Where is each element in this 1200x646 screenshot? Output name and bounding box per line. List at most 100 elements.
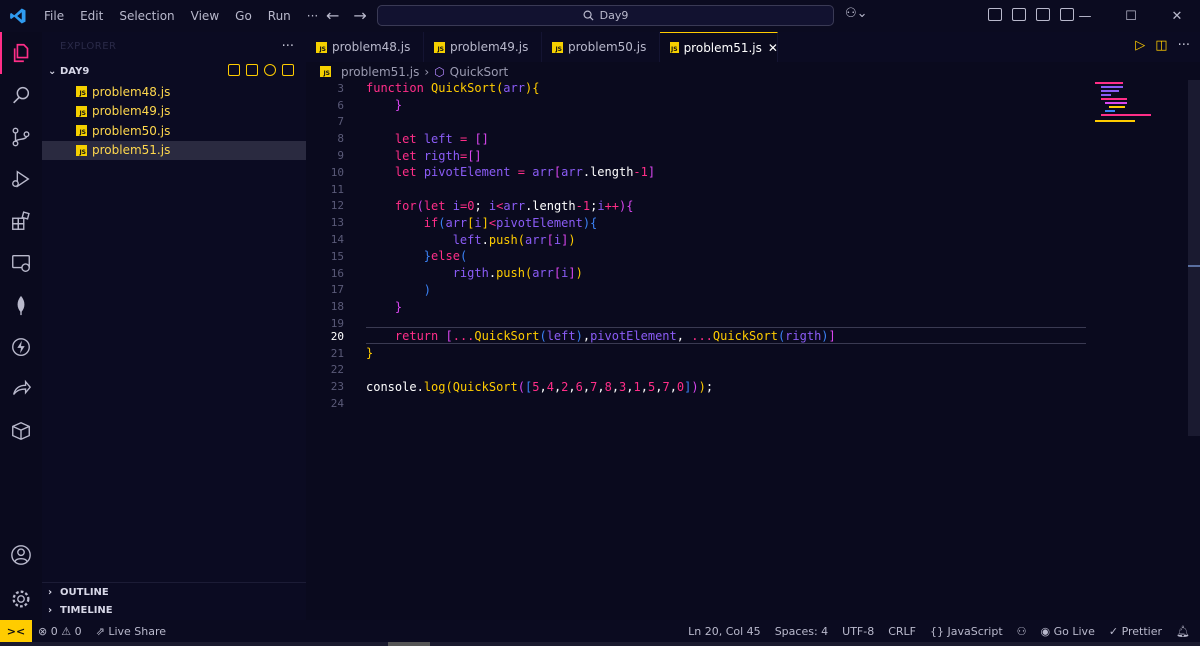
close-tab-icon[interactable]: ✕	[768, 41, 778, 55]
title-bar: File Edit Selection View Go Run ··· ← → …	[0, 0, 1200, 32]
maximize-icon[interactable]: ☐	[1108, 0, 1154, 32]
scrollbar-cursor-marker	[1188, 265, 1200, 267]
live-share-status[interactable]: ⇗ Live Share	[96, 625, 166, 638]
language-mode[interactable]: {} JavaScript	[930, 625, 1003, 638]
code-text: }else(	[423, 249, 468, 264]
file-item-problem49[interactable]: JS problem49.js	[42, 102, 306, 122]
file-item-problem48[interactable]: JS problem48.js	[42, 82, 306, 102]
back-arrow-icon[interactable]: ←	[326, 6, 339, 25]
code-line: 3 function QuickSort(arr){	[306, 80, 1186, 97]
notifications-bell-icon[interactable]: 🔔︎	[1176, 625, 1190, 638]
menu-edit[interactable]: Edit	[72, 9, 111, 23]
broadcast-icon: ◉	[1040, 624, 1051, 638]
line-number: 24	[330, 397, 344, 411]
split-editor-icon[interactable]: ◫	[1155, 38, 1167, 53]
warning-icon: ⚠	[61, 624, 72, 638]
line-number: 8	[337, 132, 344, 146]
search-view-icon[interactable]	[0, 74, 42, 116]
problems-indicator[interactable]: ⊗ 0 ⚠ 0	[38, 625, 82, 638]
go-live-button[interactable]: ◉ Go Live	[1041, 625, 1095, 638]
tab-problem51[interactable]: JS problem51.js ✕	[660, 32, 778, 62]
menu-view[interactable]: View	[183, 9, 227, 23]
explorer-sidebar: EXPLORER ··· ⌄ DAY9 JS problem48.js JS p…	[42, 32, 306, 620]
copilot-status-icon[interactable]: ⚇	[1017, 625, 1027, 638]
code-editor[interactable]: 3 function QuickSort(arr){ 6 } 7 8 let l…	[306, 80, 1186, 620]
file-label: problem50.js	[92, 123, 171, 138]
error-count: 0	[50, 624, 58, 638]
tab-problem50[interactable]: JS problem50.js	[542, 32, 660, 62]
chevron-right-icon: ›	[48, 586, 53, 598]
code-line: 14 left.push(arr[i])	[306, 231, 1186, 248]
window-controls: — ☐ ✕	[1062, 0, 1200, 32]
js-file-icon: JS	[670, 42, 679, 53]
extensions-icon[interactable]	[0, 200, 42, 242]
code-line: 18 }	[306, 298, 1186, 315]
menu-more[interactable]: ···	[299, 9, 326, 23]
settings-gear-icon[interactable]	[0, 578, 42, 620]
outline-section[interactable]: › OUTLINE	[42, 582, 306, 601]
file-item-problem50[interactable]: JS problem50.js	[42, 121, 306, 141]
new-file-icon[interactable]	[228, 64, 240, 76]
language-label: JavaScript	[947, 624, 1003, 638]
remote-explorer-icon[interactable]	[0, 242, 42, 284]
refresh-icon[interactable]	[264, 64, 276, 76]
thunder-client-icon[interactable]	[0, 326, 42, 368]
live-share-icon[interactable]	[0, 368, 42, 410]
explorer-icon[interactable]	[0, 32, 42, 74]
cursor-position[interactable]: Ln 20, Col 45	[688, 625, 761, 638]
folder-day9[interactable]: ⌄ DAY9	[42, 60, 306, 82]
source-control-icon[interactable]	[0, 116, 42, 158]
editor-more-icon[interactable]: ···	[1178, 38, 1190, 53]
code-line: 10 let pivotElement = arr[arr.length-1]	[306, 164, 1186, 181]
account-icon[interactable]	[0, 534, 42, 576]
menu-selection[interactable]: Selection	[111, 9, 182, 23]
new-folder-icon[interactable]	[246, 64, 258, 76]
timeline-section[interactable]: › TIMELINE	[42, 601, 306, 620]
code-text: return [...QuickSort(left),pivotElement,…	[394, 329, 836, 344]
line-number: 21	[330, 346, 344, 360]
warning-count: 0	[74, 624, 82, 638]
braces-icon: {}	[930, 624, 944, 638]
layout-customize-icon[interactable]	[988, 8, 1002, 21]
encoding[interactable]: UTF-8	[842, 625, 874, 638]
tab-problem48[interactable]: JS problem48.js	[306, 32, 424, 62]
horizontal-scroll-thumb[interactable]	[388, 642, 430, 646]
code-line: 22	[306, 362, 1186, 379]
minimap[interactable]	[1095, 80, 1155, 130]
code-line: 17 )	[306, 282, 1186, 299]
check-double-icon: ✓	[1108, 624, 1119, 638]
collapse-all-icon[interactable]	[282, 64, 294, 76]
chevron-right-icon: ›	[48, 605, 53, 616]
menu-run[interactable]: Run	[260, 9, 299, 23]
breadcrumb-file[interactable]: problem51.js	[341, 65, 419, 79]
code-line: 7	[306, 114, 1186, 131]
sidebar-more-icon[interactable]: ···	[282, 39, 294, 54]
mongodb-leaf-icon[interactable]	[0, 284, 42, 326]
line-number: 11	[330, 182, 344, 196]
forward-arrow-icon[interactable]: →	[353, 6, 366, 25]
breadcrumb-separator-icon: ›	[424, 64, 430, 79]
editor-scrollbar[interactable]	[1188, 80, 1200, 436]
file-item-problem51[interactable]: JS problem51.js	[42, 140, 306, 160]
status-left: ⊗ 0 ⚠ 0 ⇗ Live Share	[32, 625, 166, 638]
indentation[interactable]: Spaces: 4	[775, 625, 828, 638]
menu-file[interactable]: File	[36, 9, 72, 23]
line-ending[interactable]: CRLF	[888, 625, 916, 638]
menu-go[interactable]: Go	[227, 9, 260, 23]
run-code-icon[interactable]: ▷	[1135, 38, 1145, 53]
prettier-status[interactable]: ✓ Prettier	[1109, 625, 1162, 638]
remote-indicator-icon[interactable]: ><	[0, 620, 32, 642]
command-center-search[interactable]: Day9	[377, 5, 834, 26]
run-debug-icon[interactable]	[0, 158, 42, 200]
toggle-panel-icon[interactable]	[1036, 8, 1050, 21]
toggle-sidebar-icon[interactable]	[1012, 8, 1026, 21]
code-line: 24	[306, 395, 1186, 412]
copilot-icon[interactable]: ⚇⌄	[845, 6, 868, 21]
line-number: 13	[330, 216, 344, 230]
package-box-icon[interactable]	[0, 410, 42, 452]
close-window-icon[interactable]: ✕	[1154, 0, 1200, 32]
code-line: 8 let left = []	[306, 130, 1186, 147]
tab-problem49[interactable]: JS problem49.js	[424, 32, 542, 62]
minimize-icon[interactable]: —	[1062, 0, 1108, 32]
breadcrumb-symbol[interactable]: QuickSort	[450, 65, 509, 79]
